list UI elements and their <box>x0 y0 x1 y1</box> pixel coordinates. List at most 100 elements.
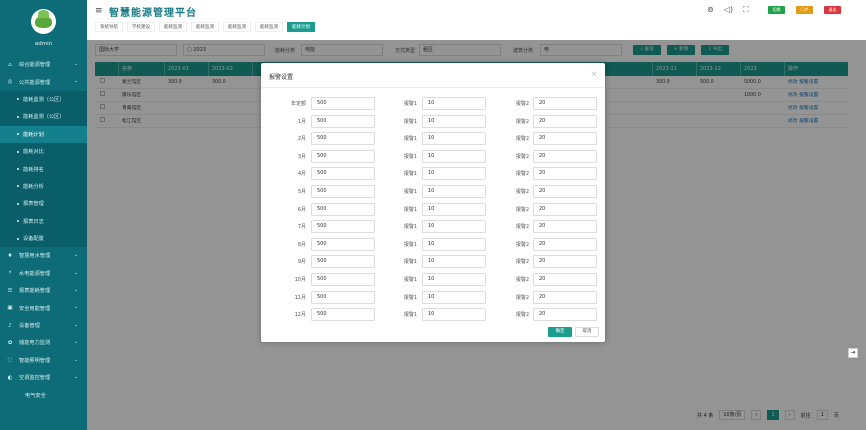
alarm-threshold-input[interactable]: 10 <box>422 220 486 234</box>
confirm-button[interactable]: 确定 <box>548 327 572 337</box>
field-label: 报警1 <box>403 294 417 301</box>
quota-input[interactable]: 500 <box>311 185 375 198</box>
sidebar-item[interactable]: 报表管理 <box>0 195 87 213</box>
field-label: 8月 <box>297 241 306 248</box>
menu-icon: ☰ <box>7 287 13 294</box>
alarm-row: 12月 500 报警1 10 报警2 20 <box>261 308 605 322</box>
portal-button[interactable]: 门户 <box>796 6 813 14</box>
quota-input[interactable]: 500 <box>311 132 375 146</box>
quota-input[interactable]: 500 <box>311 149 375 163</box>
tab[interactable]: 学校建设 <box>127 22 155 32</box>
alarm-threshold-input[interactable]: 20 <box>533 237 597 251</box>
alarm-threshold-input[interactable]: 20 <box>533 132 597 146</box>
sidebar-item[interactable]: ♪ 设备管理 ⌄ <box>0 317 87 334</box>
alarm-threshold-input[interactable]: 20 <box>533 167 597 181</box>
alarm-threshold-input[interactable]: 10 <box>422 167 486 181</box>
screen-icon[interactable]: ⊚ <box>707 5 714 15</box>
sidebar-item[interactable]: 能耗监测（公区） <box>0 90 87 109</box>
alarm-threshold-input[interactable]: 10 <box>422 132 486 146</box>
sidebar-item[interactable]: 能耗排名 <box>0 160 87 178</box>
sidebar-item[interactable]: ▣ 安全用能管理 ⌄ <box>0 299 87 316</box>
alarm-threshold-input[interactable]: 20 <box>533 308 597 322</box>
field-label: 报警2 <box>515 118 529 125</box>
sidebar-item[interactable]: 能耗对比 <box>0 142 87 161</box>
alarm-threshold-input[interactable]: 10 <box>422 255 486 269</box>
sidebar-item[interactable]: ✿ 储能电力监测 ⌄ <box>0 334 87 351</box>
alarm-row: 1月 500 报警1 10 报警2 20 <box>261 114 605 129</box>
alarm-threshold-input[interactable]: 20 <box>533 185 597 198</box>
sidebar-item[interactable]: ⚡ 水电能源管理 ⌄ <box>0 265 87 282</box>
menu-toggle-icon[interactable]: ≡ <box>95 6 103 16</box>
sidebar-item[interactable]: 能耗计划 <box>0 125 87 143</box>
sidebar-item-label: 安全用能管理 <box>19 305 51 312</box>
sidebar-item-label: 能耗计划 <box>23 131 44 138</box>
field-label: 7月 <box>297 224 306 231</box>
tab-bar: 系统导航 学校建设 能耗监测 能耗监测 能耗监测 能耗监测 能耗计划 <box>95 22 315 32</box>
quota-input[interactable]: 500 <box>311 255 375 269</box>
chevron-down-icon: ⌄ <box>73 287 78 294</box>
tab[interactable]: 能耗监测 <box>223 22 251 32</box>
alarm-threshold-input[interactable]: 10 <box>422 114 486 128</box>
sidebar-item[interactable]: 能耗监测（公区） <box>0 108 87 126</box>
alarm-threshold-input[interactable]: 10 <box>422 237 486 251</box>
field-label: 12月 <box>294 312 306 319</box>
sidebar-item[interactable]: 报表日志 <box>0 212 87 230</box>
sidebar-item-label: 能耗对比 <box>23 149 44 156</box>
sidebar-item[interactable]: ♦ 智慧用水管理 ⌄ <box>0 247 87 264</box>
fullscreen-icon[interactable]: ⛶ <box>743 5 749 15</box>
alarm-threshold-input[interactable]: 20 <box>533 114 597 128</box>
chevron-down-icon: ⌄ <box>73 304 78 311</box>
quota-input[interactable]: 500 <box>311 167 375 181</box>
cancel-button[interactable]: 取消 <box>575 327 599 337</box>
field-label: 报警1 <box>403 189 417 195</box>
sidebar-item[interactable]: ◎ 公共能源管理 ⌄ <box>0 73 87 90</box>
quota-input[interactable]: 500 <box>311 237 375 251</box>
alarm-threshold-input[interactable]: 20 <box>533 290 597 304</box>
sidebar-item-label: 报表管理 <box>23 201 44 208</box>
alarm-threshold-input[interactable]: 10 <box>422 308 486 322</box>
quota-input[interactable]: 500 <box>311 290 375 304</box>
quota-input[interactable]: 500 <box>311 220 375 234</box>
sidebar-item[interactable]: ◐ 空调监控管理 ⌄ <box>0 369 87 386</box>
alarm-threshold-input[interactable]: 10 <box>422 202 486 216</box>
field-label: 报警2 <box>515 171 529 178</box>
sidebar-item[interactable]: ⌂ 综合能源管理 ⌄ <box>0 56 87 73</box>
alarm-threshold-input[interactable]: 10 <box>422 185 486 198</box>
alarm-threshold-input[interactable]: 20 <box>533 220 597 234</box>
quota-input[interactable]: 500 <box>311 114 375 128</box>
tab[interactable]: 能耗监测 <box>255 22 283 32</box>
alarm-threshold-input[interactable]: 10 <box>422 273 486 286</box>
quota-input[interactable]: 500 <box>311 273 375 286</box>
sidebar-item-label: 公共能源管理 <box>19 79 51 86</box>
sidebar-item[interactable]: 设备配置 <box>0 229 87 248</box>
close-icon[interactable]: × <box>591 70 597 78</box>
alarm-threshold-input[interactable]: 10 <box>422 149 486 163</box>
quota-input[interactable]: 500 <box>311 97 375 110</box>
chevron-down-icon: ⌄ <box>73 374 78 381</box>
alarm-threshold-input[interactable]: 20 <box>533 97 597 110</box>
sidebar-item[interactable]: 能耗分析 <box>0 177 87 196</box>
sidebar-item[interactable]: ☰ 报表能耗管理 ⌄ <box>0 282 87 299</box>
sound-icon[interactable]: ◁) <box>724 5 733 15</box>
logout-button[interactable]: 退出 <box>824 6 841 14</box>
sidebar-item[interactable]: 电气安全 <box>0 386 87 403</box>
field-label: 4月 <box>297 171 306 178</box>
quota-input[interactable]: 500 <box>311 308 375 322</box>
sidebar-item[interactable]: ◌ 智能照明管理 ⌄ <box>0 352 87 369</box>
alarm-threshold-input[interactable]: 20 <box>533 255 597 269</box>
alarm-threshold-input[interactable]: 20 <box>533 273 597 286</box>
menu-icon: ♦ <box>7 252 13 259</box>
alarm-threshold-input[interactable]: 10 <box>422 97 486 110</box>
alarm-threshold-input[interactable]: 20 <box>533 149 597 163</box>
alarm-threshold-input[interactable]: 10 <box>422 290 486 304</box>
tab[interactable]: 系统导航 <box>95 22 123 32</box>
tab[interactable]: 能耗计划 <box>287 22 315 32</box>
tab[interactable]: 能耗监测 <box>191 22 219 32</box>
side-expand-icon[interactable]: ⇥ <box>848 348 858 358</box>
field-label: 报警2 <box>515 294 529 301</box>
tab[interactable]: 能耗监测 <box>159 22 187 32</box>
switch-button[interactable]: 切换 <box>768 6 785 14</box>
alarm-threshold-input[interactable]: 20 <box>533 202 597 216</box>
quota-input[interactable]: 500 <box>311 202 375 216</box>
menu-icon: ▣ <box>7 305 13 312</box>
